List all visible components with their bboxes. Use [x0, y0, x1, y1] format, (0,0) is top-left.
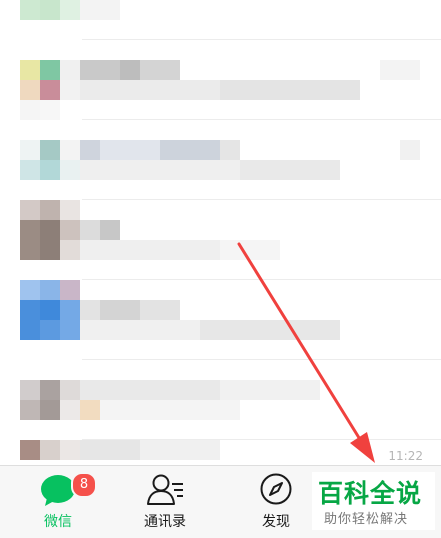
chat-row[interactable] [0, 200, 441, 280]
contact-name [80, 440, 140, 460]
chat-row[interactable] [0, 120, 441, 200]
compass-icon [259, 472, 293, 510]
chat-row[interactable] [0, 40, 441, 120]
watermark: 百科全说 助你轻松解决 [312, 472, 435, 530]
chat-row[interactable] [0, 0, 441, 40]
avatar [20, 200, 80, 260]
message-preview [80, 160, 240, 180]
contact-name [80, 140, 100, 160]
tab-chats[interactable]: 8 微信 [8, 466, 108, 538]
tab-discover[interactable]: 发现 [226, 466, 326, 538]
contacts-icon [146, 472, 186, 512]
message-preview [80, 320, 200, 340]
avatar [20, 60, 80, 120]
contact-name [80, 380, 220, 400]
chat-row[interactable] [0, 280, 441, 360]
message-time: 11:22 [388, 449, 423, 463]
avatar [20, 380, 80, 440]
watermark-subtitle: 助你轻松解决 [324, 512, 409, 527]
unread-badge: 8 [71, 472, 97, 498]
tab-contacts[interactable]: 通讯录 [115, 466, 215, 538]
avatar [20, 280, 80, 340]
avatar [20, 440, 80, 465]
tab-label: 发现 [262, 514, 290, 530]
message-preview [100, 400, 240, 420]
avatar [20, 140, 80, 200]
bottom-tab-bar: 8 微信 通讯录 发现 百科全说 助你轻松解决 [0, 465, 441, 538]
tab-label: 通讯录 [144, 514, 186, 530]
watermark-title: 百科全说 [318, 479, 423, 508]
chat-row[interactable] [0, 360, 441, 440]
contact-name [80, 60, 120, 80]
avatar [20, 0, 80, 20]
contact-name [80, 220, 100, 240]
message-preview [80, 80, 220, 100]
chat-list: 11:22 [0, 0, 441, 465]
message-preview [80, 240, 220, 260]
tab-label: 微信 [44, 514, 72, 530]
chat-row[interactable]: 11:22 [0, 440, 441, 465]
